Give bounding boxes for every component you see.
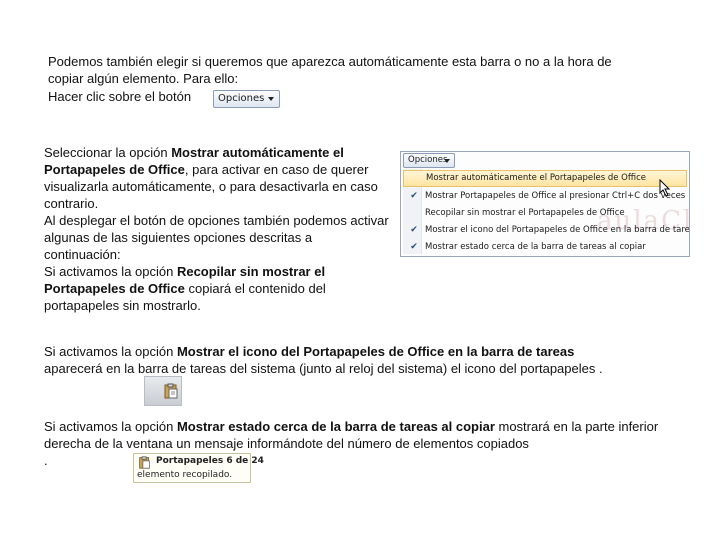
clipboard-notification: Portapapeles 6 de 24 elemento recopilado… xyxy=(133,453,264,483)
section1-paragraph: Seleccionar la opción Mostrar automática… xyxy=(44,144,389,314)
section1-text-1: Seleccionar la opción xyxy=(44,145,172,160)
menu-item-show-status-near-taskbar[interactable]: ✔ Mostrar estado cerca de la barra de ta… xyxy=(403,239,687,256)
menu-options-button-label: Opciones xyxy=(408,155,448,165)
clipboard-icon xyxy=(164,383,178,399)
chevron-down-icon xyxy=(268,97,274,101)
menu-item-label: Mostrar el icono del Portapapeles de Off… xyxy=(425,225,690,235)
section2-text-1: Si activamos la opción xyxy=(44,344,177,359)
checkmark-icon: ✔ xyxy=(410,225,418,235)
section2-text-2: aparecerá en la barra de tareas del sist… xyxy=(44,361,603,376)
menu-item-show-ctrl-c-twice[interactable]: ✔ Mostrar Portapapeles de Office al pres… xyxy=(403,188,687,205)
section2-bold-1: Mostrar el icono del Portapapeles de Off… xyxy=(176,344,575,359)
section3-text-1: Si activamos la opción xyxy=(44,419,177,434)
menu-item-label: Mostrar automáticamente el Portapapeles … xyxy=(426,173,646,183)
checkmark-icon: ✔ xyxy=(410,242,418,252)
section2-paragraph: Si activamos la opción Mostrar el icono … xyxy=(44,343,604,377)
section3-bold-1: Mostrar estado cerca de la barra de tare… xyxy=(176,419,495,434)
menu-options-button[interactable]: Opciones xyxy=(403,153,455,168)
options-button[interactable]: Opciones xyxy=(213,90,280,108)
options-button-label: Opciones xyxy=(218,93,265,104)
notification-title: Portapapeles 6 de 24 xyxy=(156,456,264,466)
clipboard-icon xyxy=(139,456,150,469)
menu-item-show-automatically[interactable]: Mostrar automáticamente el Portapapeles … xyxy=(403,170,687,187)
menu-item-label: Mostrar Portapapeles de Office al presio… xyxy=(425,191,686,201)
taskbar-clipboard-icon xyxy=(144,376,182,406)
section1-text-4: Si activamos la opción xyxy=(44,264,177,279)
checkmark-icon: ✔ xyxy=(410,191,418,201)
notification-message: elemento recopilado. xyxy=(137,470,233,480)
chevron-down-icon xyxy=(444,159,450,163)
section1-text-3: Al desplegar el botón de opciones tambié… xyxy=(44,213,389,262)
menu-item-show-taskbar-icon[interactable]: ✔ Mostrar el icono del Portapapeles de O… xyxy=(403,222,690,239)
intro-line-2: copiar algún elemento. Para ello: xyxy=(48,71,239,86)
menu-item-label: Mostrar estado cerca de la barra de tare… xyxy=(425,242,646,252)
intro-line-1: Podemos también elegir si queremos que a… xyxy=(48,54,612,69)
menu-item-collect-without-showing[interactable]: Recopilar sin mostrar el Portapapeles de… xyxy=(403,205,687,222)
options-menu: Opciones aulaClic Mostrar automáticament… xyxy=(400,151,690,257)
menu-item-label: Recopilar sin mostrar el Portapapeles de… xyxy=(425,208,625,218)
section3-text-3: . xyxy=(44,453,48,468)
mouse-cursor-icon xyxy=(659,179,671,197)
intro-line-3: Hacer clic sobre el botón xyxy=(48,89,192,104)
